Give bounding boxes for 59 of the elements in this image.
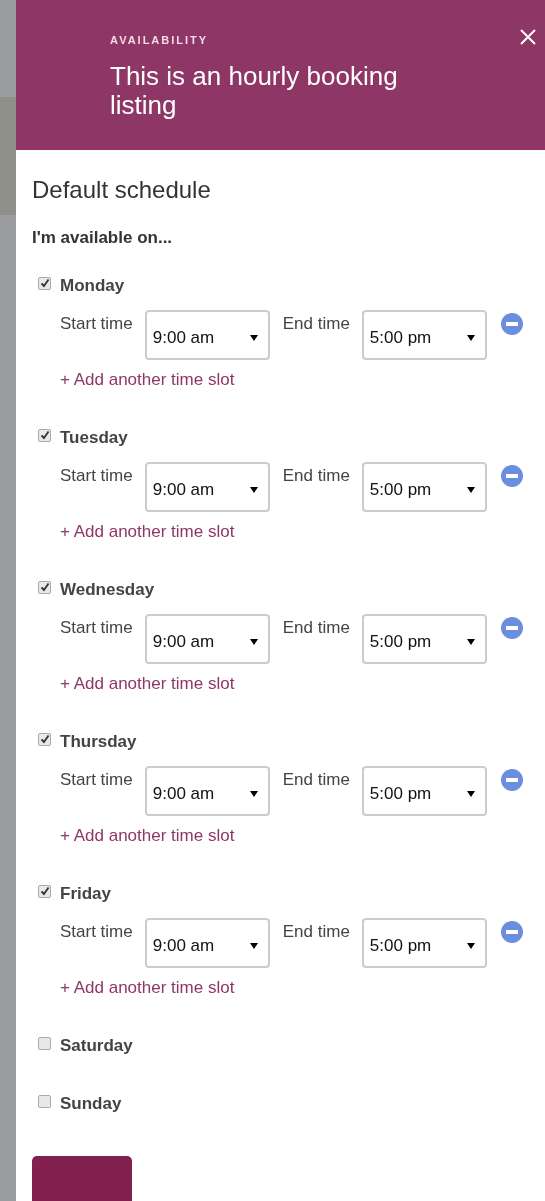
start-time-select[interactable]: 9:00 am bbox=[144, 462, 270, 512]
caret-icon bbox=[466, 943, 475, 949]
remove-icon[interactable] bbox=[500, 769, 523, 791]
caret-icon bbox=[466, 791, 475, 797]
day-label: Saturday bbox=[60, 1036, 133, 1056]
start-time-select[interactable]: 9:00 am bbox=[144, 614, 270, 664]
start-time-label: Start time bbox=[60, 922, 133, 942]
panel-title: This is an hourly booking listing bbox=[110, 62, 399, 120]
add-time-slot-link[interactable]: + Add another time slot bbox=[60, 826, 235, 846]
start-time-label: Start time bbox=[60, 314, 133, 334]
end-time-label: End time bbox=[282, 618, 350, 638]
day-label: Wednesday bbox=[60, 580, 155, 600]
caret-icon bbox=[249, 487, 258, 493]
close-icon[interactable] bbox=[520, 29, 536, 45]
end-time-select[interactable]: 5:00 pm bbox=[361, 766, 487, 816]
caret-icon bbox=[249, 639, 258, 645]
start-time-select[interactable]: 9:00 am bbox=[144, 918, 270, 968]
day-checkbox[interactable] bbox=[38, 1036, 51, 1050]
day-checkbox[interactable] bbox=[38, 580, 51, 594]
remove-icon[interactable] bbox=[500, 313, 523, 335]
day-checkbox[interactable] bbox=[38, 1094, 51, 1108]
header-eyebrow: AVAILABILITY bbox=[110, 34, 210, 46]
day-label: Friday bbox=[60, 884, 112, 904]
day-label: Tuesday bbox=[60, 428, 128, 448]
end-time-select[interactable]: 5:00 pm bbox=[361, 614, 487, 664]
end-time-label: End time bbox=[282, 922, 350, 942]
end-time-select[interactable]: 5:00 pm bbox=[361, 462, 487, 512]
start-time-select[interactable]: 9:00 am bbox=[144, 766, 270, 816]
caret-icon bbox=[466, 487, 475, 493]
start-time-label: Start time bbox=[60, 618, 133, 638]
end-time-select[interactable]: 5:00 pm bbox=[361, 310, 487, 360]
day-checkbox[interactable] bbox=[38, 732, 51, 746]
day-checkbox[interactable] bbox=[38, 428, 51, 442]
caret-icon bbox=[249, 943, 258, 949]
add-time-slot-link[interactable]: + Add another time slot bbox=[60, 522, 235, 542]
add-time-slot-link[interactable]: + Add another time slot bbox=[60, 978, 235, 998]
caret-icon bbox=[249, 791, 258, 797]
prompt-label: I'm available on... bbox=[32, 228, 174, 248]
end-time-select[interactable]: 5:00 pm bbox=[361, 918, 487, 968]
remove-icon[interactable] bbox=[500, 617, 523, 639]
add-time-slot-link[interactable]: + Add another time slot bbox=[60, 674, 235, 694]
caret-icon bbox=[466, 639, 475, 645]
add-time-slot-link[interactable]: + Add another time slot bbox=[60, 370, 235, 390]
day-label: Monday bbox=[60, 276, 125, 296]
end-time-label: End time bbox=[282, 466, 350, 486]
day-checkbox[interactable] bbox=[38, 884, 51, 898]
start-time-select[interactable]: 9:00 am bbox=[144, 310, 270, 360]
day-label: Thursday bbox=[60, 732, 137, 752]
start-time-label: Start time bbox=[60, 466, 133, 486]
day-checkbox[interactable] bbox=[38, 276, 51, 290]
caret-icon bbox=[249, 335, 258, 341]
remove-icon[interactable] bbox=[500, 465, 523, 487]
start-time-label: Start time bbox=[60, 770, 133, 790]
section-title: Default schedule bbox=[32, 176, 212, 204]
remove-icon[interactable] bbox=[500, 921, 523, 943]
caret-icon bbox=[466, 335, 475, 341]
day-label: Sunday bbox=[60, 1094, 122, 1114]
end-time-label: End time bbox=[282, 770, 350, 790]
end-time-label: End time bbox=[282, 314, 350, 334]
